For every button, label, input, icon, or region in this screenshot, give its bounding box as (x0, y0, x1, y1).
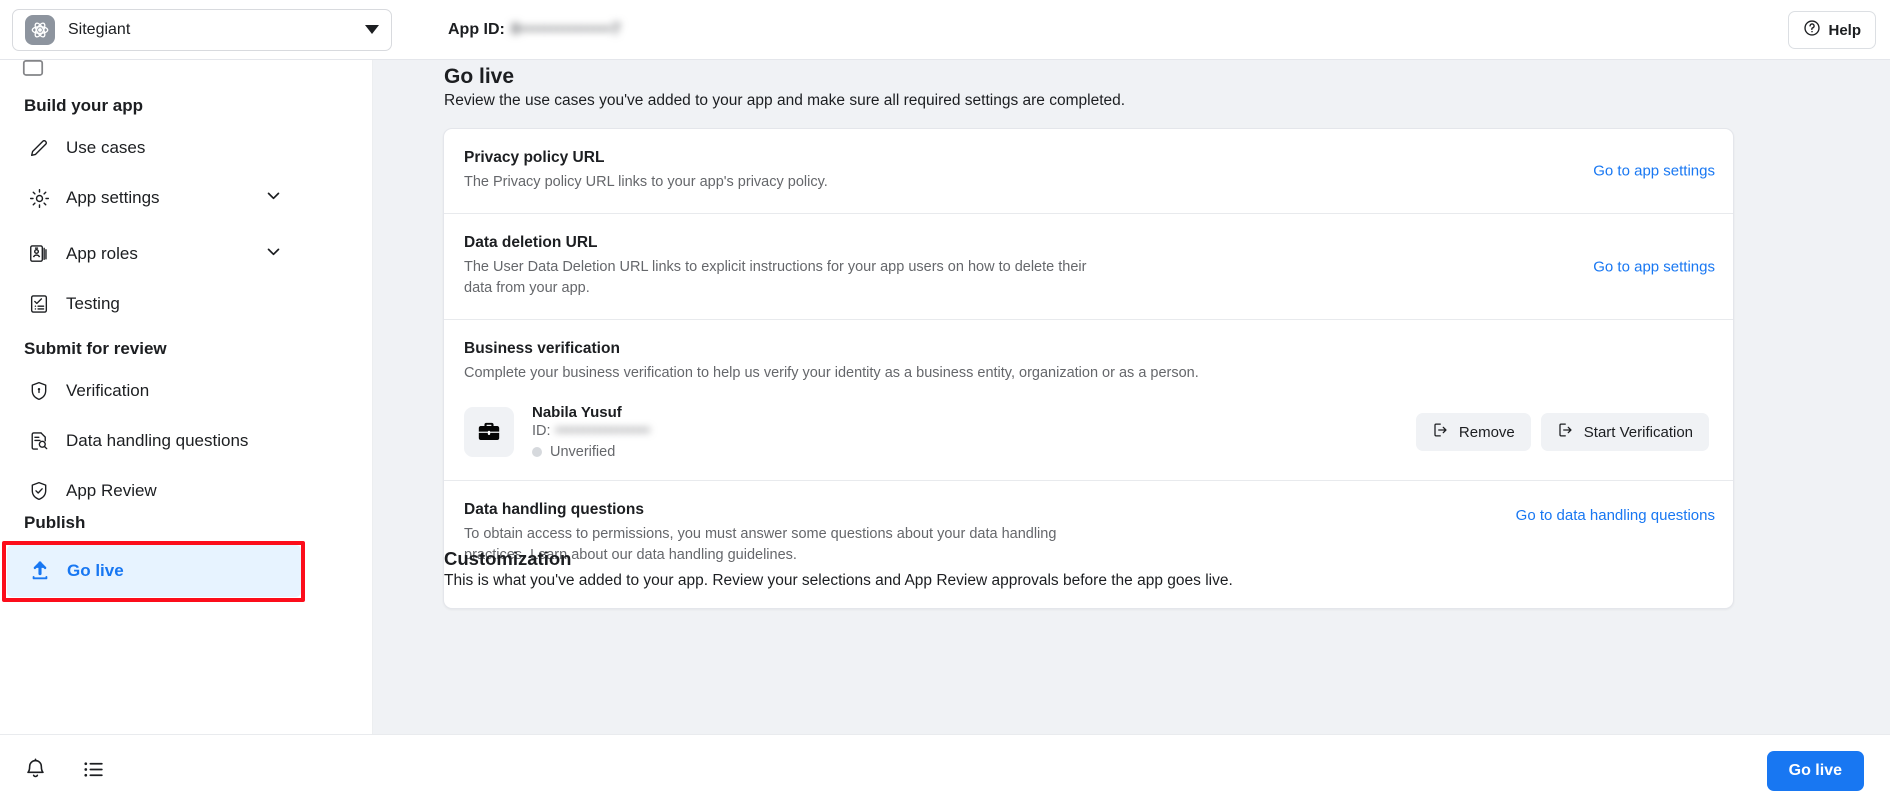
id-card-icon (24, 243, 54, 265)
help-button-label: Help (1828, 21, 1861, 39)
status-dot-icon (532, 447, 542, 458)
sidebar-footer (0, 734, 373, 804)
sidebar-item-label: App roles (66, 244, 138, 263)
page-subtitle: Review the use cases you've added to you… (444, 92, 1126, 109)
business-meta: Nabila Yusuf ID: ••••••••••••••••• Unver… (532, 404, 650, 460)
sidebar-item-label: Use cases (66, 138, 146, 157)
customization-title: Customization (444, 548, 572, 569)
sidebar-item-app-settings[interactable]: App settings (6, 175, 306, 221)
start-verification-button-label: Start Verification (1583, 423, 1693, 441)
exit-arrow-icon (1557, 421, 1575, 443)
gear-icon (24, 187, 54, 210)
app-selector[interactable]: Sitegiant (12, 8, 392, 51)
app-root: Sitegiant App ID: 8•••••••••••••••7 Help (0, 0, 1890, 804)
status-label: Unverified (550, 444, 616, 461)
sidebar-item-verification[interactable]: Verification (6, 368, 306, 414)
row-description: The User Data Deletion URL links to expl… (464, 259, 1087, 297)
sidebar-item-testing[interactable]: Testing (6, 281, 306, 327)
sidebar-item-label: Verification (66, 381, 150, 400)
row-title: Data deletion URL (464, 234, 598, 252)
sidebar-heading-submit-for-review: Submit for review (24, 339, 167, 358)
customization-description: This is what you've added to your app. R… (444, 572, 1233, 589)
list-icon[interactable] (78, 755, 108, 785)
go-to-app-settings-link[interactable]: Go to app settings (1593, 163, 1715, 180)
start-verification-button[interactable]: Start Verification (1540, 413, 1709, 452)
app-selector-label: Sitegiant (68, 20, 131, 38)
chevron-down-icon (365, 25, 379, 34)
shield-check-icon (24, 480, 54, 502)
sidebar: Build your app Use cases App settings Ap… (0, 60, 373, 734)
business-id-label: ID: (532, 423, 551, 440)
sidebar-item-label: Testing (66, 294, 120, 313)
row-title: Privacy policy URL (464, 149, 605, 166)
business-entry: Nabila Yusuf ID: ••••••••••••••••• Unver… (464, 404, 1709, 460)
remove-button[interactable]: Remove (1415, 413, 1531, 452)
chevron-down-icon[interactable] (265, 243, 282, 265)
remove-button-label: Remove (1458, 423, 1515, 441)
go-to-app-settings-link[interactable]: Go to app settings (1593, 258, 1715, 275)
go-live-button[interactable]: Go live (1766, 751, 1864, 791)
briefcase-icon (464, 407, 514, 458)
shield-lock-icon (24, 380, 54, 402)
requirements-card: Privacy policy URL The Privacy policy UR… (443, 128, 1734, 610)
sidebar-clipped-item (20, 56, 320, 82)
sidebar-item-use-cases[interactable]: Use cases (6, 125, 306, 171)
checklist-icon (24, 293, 54, 315)
bell-icon[interactable] (20, 755, 50, 785)
page-title: Go live (444, 65, 515, 88)
sidebar-item-label: Data handling questions (66, 431, 249, 450)
sidebar-heading-publish: Publish (24, 513, 86, 532)
business-name: Nabila Yusuf (532, 404, 622, 422)
sidebar-item-app-roles[interactable]: App roles (6, 231, 306, 277)
sidebar-nav: Build your app Use cases App settings Ap… (0, 60, 372, 734)
sidebar-item-data-handling-questions[interactable]: Data handling questions (6, 418, 306, 464)
business-actions: Remove Start Verification (1415, 413, 1709, 452)
app-id-value: 8•••••••••••••••7 (510, 20, 622, 38)
document-search-icon (24, 430, 54, 452)
bottom-bar: Go live (373, 734, 1890, 804)
upload-icon (25, 559, 55, 583)
help-button[interactable]: Help (1788, 11, 1876, 49)
business-id-value: ••••••••••••••••• (555, 423, 651, 440)
sidebar-item-label: Go live (67, 561, 124, 580)
go-to-data-handling-questions-link[interactable]: Go to data handling questions (1516, 507, 1715, 524)
row-business-verification: Business verification Complete your busi… (444, 319, 1733, 480)
sidebar-item-label: App settings (66, 188, 160, 207)
row-title: Business verification (464, 340, 620, 358)
sidebar-heading-build-your-app: Build your app (24, 96, 143, 115)
business-id: ID: ••••••••••••••••• (532, 423, 650, 439)
row-description: Complete your business verification to h… (464, 365, 1199, 382)
sidebar-item-label: App Review (66, 481, 157, 500)
status-badge: Unverified (532, 444, 650, 460)
pencil-icon (24, 137, 54, 159)
atom-icon (25, 14, 55, 45)
app-id: App ID: 8•••••••••••••••7 (448, 21, 621, 39)
row-data-deletion-url: Data deletion URL The User Data Deletion… (444, 213, 1733, 319)
row-privacy-policy-url: Privacy policy URL The Privacy policy UR… (444, 129, 1733, 213)
row-description: The Privacy policy URL links to your app… (464, 174, 828, 190)
chevron-down-icon[interactable] (265, 187, 282, 209)
app-id-label: App ID: (448, 20, 505, 38)
top-bar: Sitegiant App ID: 8•••••••••••••••7 Help (0, 0, 1890, 60)
question-circle-icon (1803, 19, 1821, 41)
exit-arrow-icon (1432, 421, 1450, 443)
sidebar-item-go-live[interactable]: Go live (7, 545, 301, 597)
main-content: Go live Review the use cases you've adde… (373, 60, 1890, 734)
sidebar-item-app-review[interactable]: App Review (6, 468, 306, 514)
